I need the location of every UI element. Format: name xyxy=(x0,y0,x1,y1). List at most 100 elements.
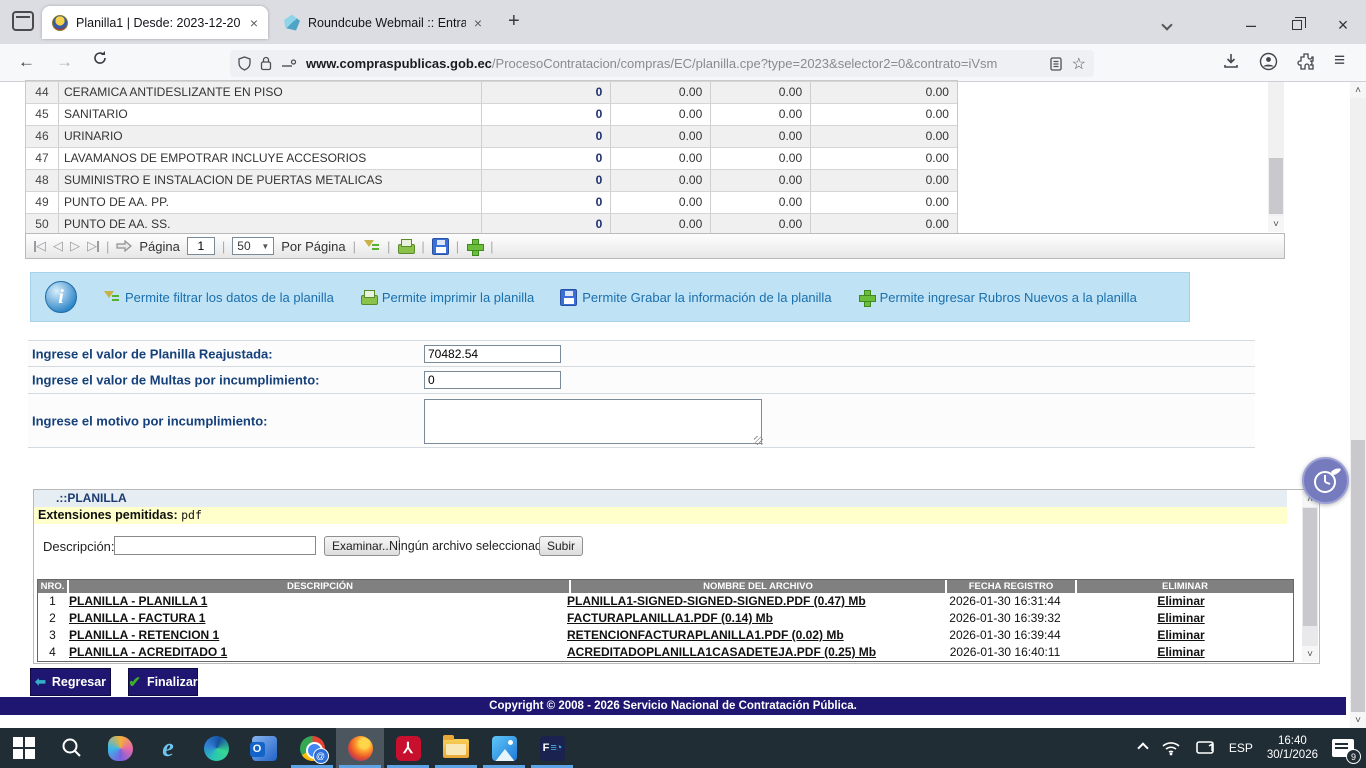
file-name-link[interactable]: PLANILLA1-SIGNED-SIGNED-SIGNED.PDF (0.47… xyxy=(567,594,866,608)
minimize-button[interactable]: – xyxy=(1234,8,1268,42)
table-row[interactable]: 45 SANITARIO 0 0.00 0.00 0.00 xyxy=(26,103,957,125)
reload-icon[interactable] xyxy=(92,50,108,66)
taskbar-ie-button[interactable]: e xyxy=(144,728,192,768)
back-icon[interactable]: ← xyxy=(18,52,35,72)
extensions-puzzle-icon[interactable] xyxy=(1297,52,1315,70)
taskbar-clock[interactable]: 16:40 30/1/2026 xyxy=(1267,734,1318,762)
file-delete-link[interactable]: Eliminar xyxy=(1157,628,1204,642)
downloads-icon[interactable] xyxy=(1222,52,1240,70)
finalizar-button[interactable]: ✔ Finalizar xyxy=(128,668,198,696)
file-name-link[interactable]: RETENCIONFACTURAPLANILLA1.PDF (0.02) Mb xyxy=(567,628,844,642)
table-row[interactable]: 50 PUNTO DE AA. SS. 0 0.00 0.00 0.00 xyxy=(26,213,957,235)
lock-icon[interactable] xyxy=(260,56,272,71)
print-icon[interactable] xyxy=(397,238,414,255)
wifi-icon[interactable] xyxy=(1161,740,1181,756)
url-text[interactable]: www.compraspublicas.gob.ec/ProcesoContra… xyxy=(306,56,1040,71)
info-print-hint[interactable]: Permite imprimir la planilla xyxy=(360,289,534,306)
taskbar-firefox-button[interactable] xyxy=(336,728,384,768)
taskbar-edge-button[interactable] xyxy=(192,728,240,768)
file-row: 3 PLANILLA - RETENCION 1 RETENCIONFACTUR… xyxy=(38,627,1293,644)
description-input[interactable] xyxy=(114,536,316,555)
inner-scrollbar-items[interactable]: ˅ xyxy=(1268,82,1284,232)
main-scrollbar[interactable]: ˄ ˅ xyxy=(1350,82,1366,728)
per-page-select[interactable]: 50▼ xyxy=(232,237,274,255)
info-add-hint[interactable]: Permite ingresar Rubros Nuevos a la plan… xyxy=(858,289,1137,306)
add-row-icon[interactable] xyxy=(466,238,483,255)
save-icon[interactable] xyxy=(432,238,449,255)
forward-icon[interactable]: → xyxy=(56,52,73,72)
first-page-icon[interactable]: ◁ xyxy=(34,238,46,254)
url-bar[interactable]: www.compraspublicas.gob.ec/ProcesoContra… xyxy=(230,50,1094,77)
permissions-icon[interactable] xyxy=(281,58,297,70)
file-delete-link[interactable]: Eliminar xyxy=(1157,594,1204,608)
floating-timer-badge-icon[interactable] xyxy=(1302,457,1349,504)
taskbar-explorer-button[interactable] xyxy=(432,728,480,768)
taskbar-copilot-button[interactable] xyxy=(96,728,144,768)
close-button[interactable]: × xyxy=(1326,8,1360,42)
tab-roundcube[interactable]: Roundcube Webmail :: Entrada × xyxy=(274,6,492,39)
cast-icon[interactable] xyxy=(1195,740,1215,756)
clock-time: 16:40 xyxy=(1278,735,1307,747)
taskbar-search-button[interactable] xyxy=(48,728,96,768)
tab-planilla[interactable]: Planilla1 | Desde: 2023-12-20 | H × xyxy=(42,6,268,39)
filter-icon[interactable] xyxy=(363,238,380,255)
account-icon[interactable] xyxy=(1259,52,1278,71)
regresar-button[interactable]: ⬅ Regresar xyxy=(30,668,111,696)
file-description-link[interactable]: PLANILLA - FACTURA 1 xyxy=(69,611,205,625)
table-row[interactable]: 44 CERAMICA ANTIDESLIZANTE EN PISO 0 0.0… xyxy=(26,81,957,103)
taskbar-outlook-button[interactable] xyxy=(240,728,288,768)
row-number: 44 xyxy=(26,82,58,103)
inner-scrollbar-upload[interactable]: ˄ ˅ xyxy=(1302,491,1318,662)
taskbar-acrobat-button[interactable]: ⅄ xyxy=(384,728,432,768)
file-delete-link[interactable]: Eliminar xyxy=(1157,645,1204,659)
scrollbar-thumb[interactable] xyxy=(1269,158,1283,214)
scroll-down-icon[interactable]: ˅ xyxy=(1302,646,1318,662)
page-input[interactable] xyxy=(187,237,215,255)
file-delete-link[interactable]: Eliminar xyxy=(1157,611,1204,625)
last-page-icon[interactable]: ▷ xyxy=(87,238,99,254)
file-description-link[interactable]: PLANILLA - PLANILLA 1 xyxy=(69,594,207,608)
file-row: 1 PLANILLA - PLANILLA 1 PLANILLA1-SIGNED… xyxy=(38,593,1293,610)
shield-icon[interactable] xyxy=(238,56,251,71)
file-name-link[interactable]: FACTURAPLANILLA1.PDF (0.14) Mb xyxy=(567,611,773,625)
scrollbar-thumb[interactable] xyxy=(1303,508,1317,626)
new-tab-button[interactable]: + xyxy=(508,10,520,33)
file-description-link[interactable]: PLANILLA - ACREDITADO 1 xyxy=(69,645,227,659)
prev-page-icon[interactable]: ◁ xyxy=(53,238,63,254)
table-row[interactable]: 47 LAVAMANOS DE EMPOTRAR INCLUYE ACCESOR… xyxy=(26,147,957,169)
tab-list-chevron-icon[interactable] xyxy=(1150,8,1184,42)
scroll-down-icon[interactable]: ˅ xyxy=(1350,712,1366,728)
info-save-hint[interactable]: Permite Grabar la información de la plan… xyxy=(560,289,831,306)
language-indicator[interactable]: ESP xyxy=(1229,741,1253,755)
taskbar-fes-button[interactable]: F≡◔ xyxy=(528,728,576,768)
notification-center-icon[interactable]: 9 xyxy=(1332,739,1354,757)
multas-input[interactable] xyxy=(424,371,561,389)
table-row[interactable]: 49 PUNTO DE AA. PP. 0 0.00 0.00 0.00 xyxy=(26,191,957,213)
taskbar-photos-button[interactable] xyxy=(480,728,528,768)
upload-button[interactable]: Subir xyxy=(539,536,583,556)
tab-close-icon[interactable]: × xyxy=(474,15,482,31)
bookmark-star-icon[interactable]: ☆ xyxy=(1072,54,1086,74)
restore-button[interactable] xyxy=(1280,8,1314,42)
scroll-up-icon[interactable]: ˄ xyxy=(1350,82,1366,98)
reader-mode-icon[interactable] xyxy=(1050,57,1062,71)
motivo-textarea[interactable] xyxy=(424,399,762,444)
reajustada-input[interactable] xyxy=(424,345,561,363)
resize-grip-icon[interactable] xyxy=(754,436,763,445)
tray-chevron-up-icon[interactable] xyxy=(1137,742,1148,753)
next-page-icon[interactable]: ▷ xyxy=(70,238,80,254)
table-row[interactable]: 46 URINARIO 0 0.00 0.00 0.00 xyxy=(26,125,957,147)
start-button[interactable] xyxy=(0,728,48,768)
file-number: 3 xyxy=(38,627,67,644)
table-row[interactable]: 48 SUMINISTRO E INSTALACION DE PUERTAS M… xyxy=(26,169,957,191)
browser-sidebar-icon[interactable] xyxy=(12,11,34,31)
taskbar-chrome-button[interactable]: @ xyxy=(288,728,336,768)
menu-hamburger-icon[interactable]: ≡ xyxy=(1334,50,1345,72)
file-description-link[interactable]: PLANILLA - RETENCION 1 xyxy=(69,628,219,642)
scrollbar-thumb[interactable] xyxy=(1351,440,1365,712)
tab-close-icon[interactable]: × xyxy=(250,15,258,31)
internet-explorer-icon: e xyxy=(162,733,174,763)
scroll-down-icon[interactable]: ˅ xyxy=(1268,216,1284,232)
info-filter-hint[interactable]: Permite filtrar los datos de la planilla xyxy=(103,289,334,306)
file-name-link[interactable]: ACREDITADOPLANILLA1CASADETEJA.PDF (0.25)… xyxy=(567,645,876,659)
